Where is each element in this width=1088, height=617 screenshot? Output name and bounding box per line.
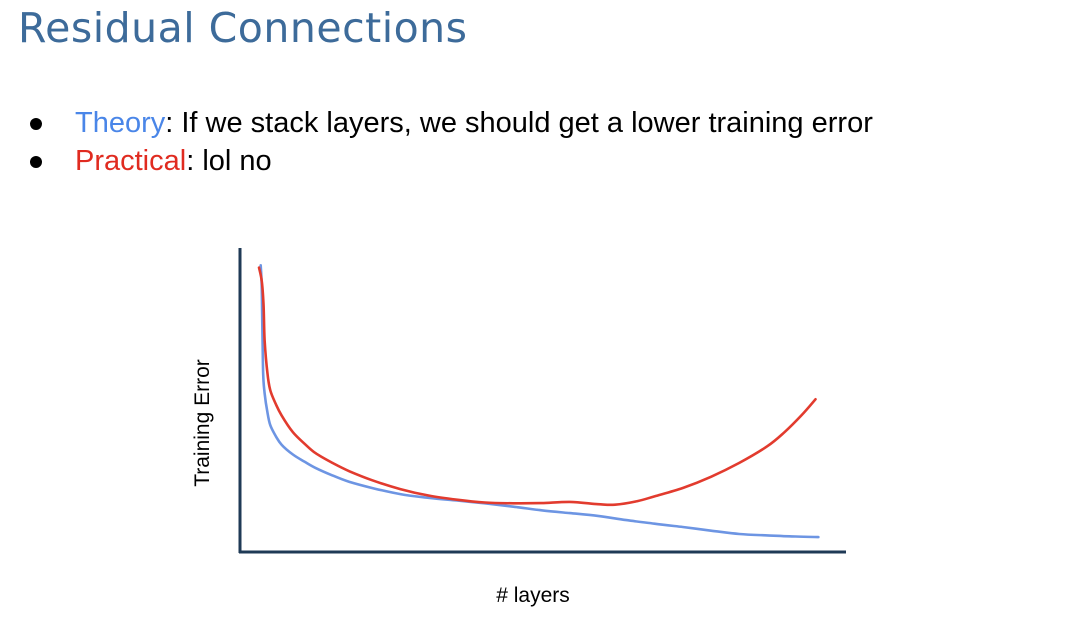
x-axis-label: # layers <box>496 584 570 607</box>
series-layer <box>257 264 820 539</box>
chart-area: Training Error # layers <box>0 0 1088 612</box>
blue-training-error-line <box>259 264 820 539</box>
training-error-chart: Training Error # layers <box>191 248 846 607</box>
y-axis-label: Training Error <box>191 359 214 487</box>
red-training-error-line <box>257 266 817 507</box>
